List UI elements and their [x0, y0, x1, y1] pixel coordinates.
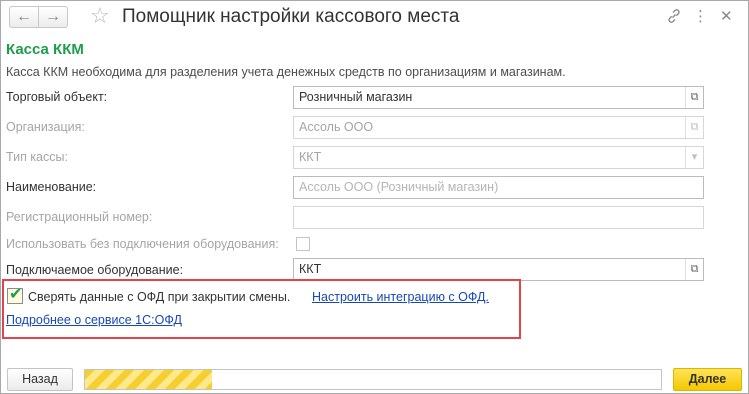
name-input[interactable]: Ассоль ООО (Розничный магазин) [293, 176, 704, 199]
section-description: Касса ККМ необходима для разделения учет… [6, 65, 566, 79]
no-equipment-checkbox[interactable] [296, 237, 310, 251]
ofd-sync-checkbox[interactable]: ✔ [7, 286, 23, 304]
highlight-frame [2, 279, 521, 339]
dropdown-arrow-icon: ▾ [685, 147, 703, 168]
next-button[interactable]: Далее [673, 368, 742, 391]
open-icon: ⧉ [685, 117, 703, 138]
reg-number-label: Регистрационный номер: [6, 210, 153, 224]
link-icon[interactable] [666, 8, 682, 29]
register-type-value: ККТ [299, 150, 322, 164]
trade-object-field[interactable]: Розничный магазин ⧉ [293, 86, 704, 109]
equipment-label: Подключаемое оборудование: [6, 263, 184, 277]
trade-object-value: Розничный магазин [299, 90, 413, 104]
back-button[interactable]: Назад [7, 368, 73, 391]
wizard-window: ← → ☆ Помощник настройки кассового места… [0, 0, 749, 394]
section-title: Касса ККМ [6, 41, 84, 58]
checkmark-icon: ✔ [9, 286, 23, 303]
organization-label: Организация: [6, 120, 85, 134]
equipment-value: ККТ [299, 262, 322, 276]
setup-ofd-link[interactable]: Настроить интеграцию с ОФД. [312, 290, 489, 304]
equipment-field[interactable]: ККТ ⧉ [293, 258, 704, 281]
no-equipment-label: Использовать без подключения оборудовани… [6, 237, 279, 251]
back-arrow-icon[interactable]: ← [9, 6, 39, 28]
register-type-label: Тип кассы: [6, 150, 68, 164]
more-menu-icon[interactable]: ⋮ [693, 8, 708, 26]
organization-field: Ассоль ООО ⧉ [293, 116, 704, 139]
ofd-service-link[interactable]: Подробнее о сервисе 1С:ОФД [6, 313, 182, 327]
progress-fill [85, 370, 212, 389]
progress-bar [84, 369, 662, 390]
favorite-star-icon[interactable]: ☆ [90, 3, 110, 29]
open-icon[interactable]: ⧉ [685, 259, 703, 280]
window-title: Помощник настройки кассового места [122, 6, 460, 27]
ofd-sync-label: Сверять данные с ОФД при закрытии смены. [28, 290, 291, 304]
title-bar: ← → ☆ Помощник настройки кассового места… [1, 1, 748, 35]
open-icon[interactable]: ⧉ [685, 87, 703, 108]
name-label: Наименование: [6, 180, 97, 194]
name-placeholder: Ассоль ООО (Розничный магазин) [299, 180, 499, 194]
reg-number-input [293, 206, 704, 229]
trade-object-label: Торговый объект: [6, 90, 108, 104]
close-icon[interactable]: ✕ [720, 8, 733, 26]
link-icon-svg [668, 9, 680, 23]
register-type-select: ККТ ▾ [293, 146, 704, 169]
organization-value: Ассоль ООО [299, 120, 374, 134]
forward-arrow-icon[interactable]: → [38, 6, 68, 28]
